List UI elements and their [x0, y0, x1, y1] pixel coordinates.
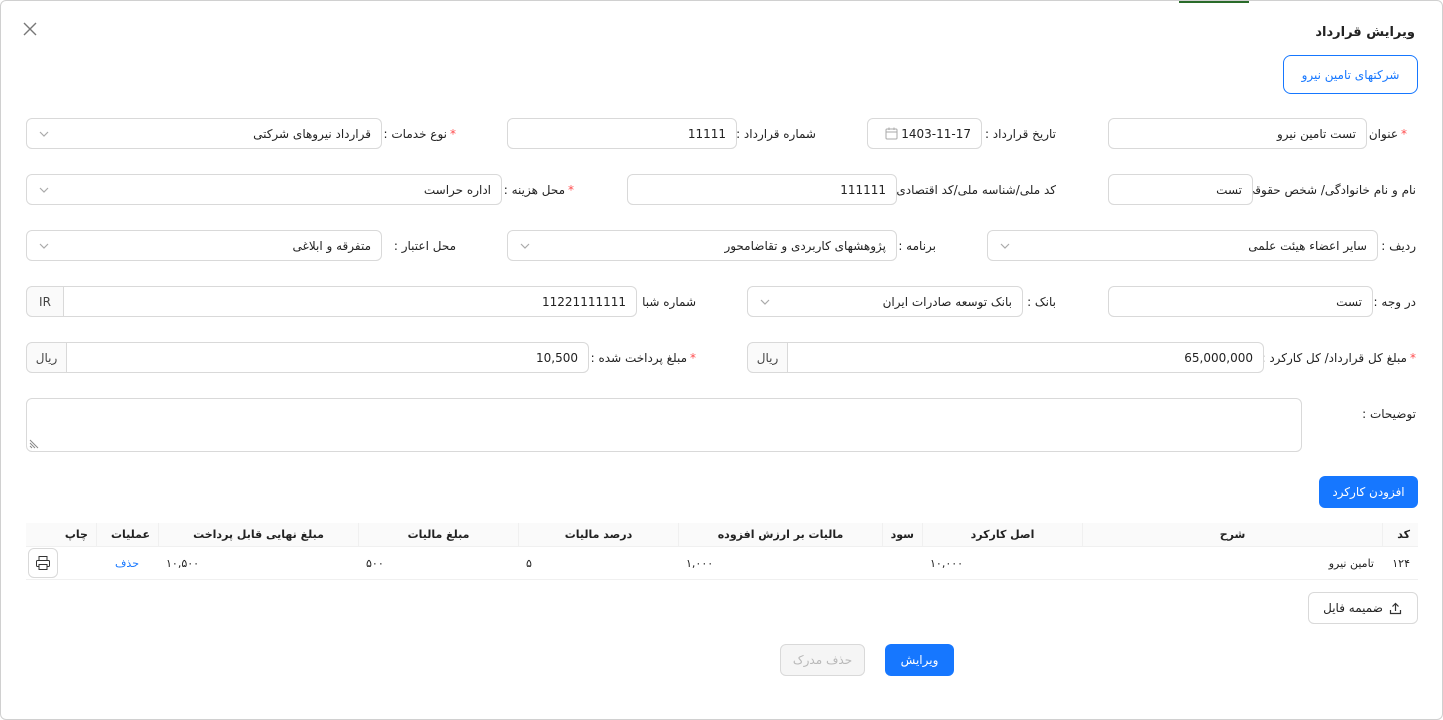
party-name-input[interactable]: تست — [1108, 174, 1253, 205]
paid-amount-unit: ریال — [26, 342, 67, 373]
sheba-input[interactable]: 11221111111 — [64, 286, 637, 317]
column-header-code: کد — [1382, 523, 1418, 546]
cell-print — [26, 547, 96, 579]
party-name-label: نام و نام خانوادگی/ شخص حقوقی : — [1237, 183, 1416, 197]
bank-label: بانک : — [1027, 295, 1056, 309]
subject-input[interactable]: تست تامین نیرو — [1108, 118, 1367, 149]
contract-date-picker[interactable]: 1403-11-17 — [867, 118, 982, 149]
column-header-print: چاپ — [64, 528, 88, 541]
table-row: ۱۲۴ تامین نیرو ۱۰,۰۰۰ ۱,۰۰۰ ۵ ۵۰۰ ۱۰,۵۰۰… — [26, 547, 1418, 580]
cell-base: ۱۰,۰۰۰ — [930, 556, 964, 570]
subject-label: *عنوان : — [1361, 127, 1407, 141]
service-type-select[interactable]: قرارداد نیروهای شرکتی — [26, 118, 382, 149]
credit-source-select[interactable]: متفرقه و ابلاغی — [26, 230, 382, 261]
program-label: برنامه : — [898, 239, 936, 253]
sheba-prefix: IR — [26, 286, 64, 317]
cell-vat: ۱,۰۰۰ — [686, 556, 714, 570]
add-work-button[interactable]: افزودن کارکرد — [1319, 476, 1418, 508]
delete-row-link[interactable]: حذف — [115, 557, 139, 570]
top-accent-strip — [1179, 1, 1249, 3]
upload-icon — [1389, 601, 1403, 615]
national-id-label: کد ملی/شناسه ملی/کد اقتصادی : — [888, 183, 1056, 197]
payee-label: در وجه : — [1373, 295, 1416, 309]
program-select[interactable]: پژوهشهای کاربردی و تقاضامحور — [507, 230, 897, 261]
sheba-field: IR 11221111111 — [26, 286, 637, 317]
companies-button[interactable]: شرکتهای تامین نیرو — [1283, 55, 1418, 94]
close-icon[interactable] — [19, 19, 41, 41]
chevron-down-icon — [37, 239, 51, 253]
chevron-down-icon — [518, 239, 532, 253]
column-header-tax-percent: درصد مالیات — [518, 523, 678, 546]
contract-number-label: شماره قرارداد : — [736, 127, 816, 141]
cell-tax-percent: ۵ — [526, 556, 532, 570]
payee-input[interactable]: تست — [1108, 286, 1373, 317]
work-table: کد شرح اصل کارکرد سود مالیات بر ارزش افز… — [26, 523, 1418, 580]
total-amount-input[interactable]: 65,000,000 — [788, 342, 1264, 373]
paid-amount-label: *مبلغ پرداخت شده : — [590, 351, 696, 365]
notes-label: توضیحات : — [1362, 407, 1416, 421]
column-header-profit: سود — [882, 523, 922, 546]
table-header: کد شرح اصل کارکرد سود مالیات بر ارزش افز… — [26, 523, 1418, 547]
column-header-final: مبلغ نهایی قابل پرداخت — [158, 523, 358, 546]
total-amount-unit: ریال — [747, 342, 788, 373]
edit-button[interactable]: ویرایش — [885, 644, 954, 676]
calendar-icon — [884, 127, 898, 141]
edit-contract-modal: ویرایش قرارداد شرکتهای تامین نیرو *عنوان… — [0, 0, 1443, 720]
row-label: ردیف : — [1381, 239, 1416, 253]
contract-number-input[interactable]: 11111 — [507, 118, 737, 149]
cost-center-label: *محل هزینه : — [503, 183, 574, 197]
chevron-down-icon — [758, 295, 772, 309]
column-header-ops: عملیات — [96, 523, 158, 546]
cell-desc: تامین نیرو — [1328, 556, 1374, 570]
contract-date-label: تاریخ قرارداد : — [984, 127, 1056, 141]
cost-center-select[interactable]: اداره حراست — [26, 174, 502, 205]
print-button[interactable] — [28, 548, 58, 578]
service-type-label: *نوع خدمات : — [383, 127, 456, 141]
resize-grip-icon[interactable] — [29, 437, 41, 449]
credit-source-label: محل اعتبار : — [393, 239, 456, 253]
paid-amount-input[interactable]: 10,500 — [67, 342, 589, 373]
total-amount-label: *مبلغ کل قرارداد/ کل کارکرد : — [1261, 351, 1416, 365]
cell-code: ۱۲۴ — [1392, 556, 1410, 570]
national-id-input[interactable]: 111111 — [627, 174, 897, 205]
column-header-base: اصل کارکرد — [922, 523, 1082, 546]
cell-ops: حذف — [96, 547, 158, 579]
chevron-down-icon — [37, 127, 51, 141]
modal-title: ویرایش قرارداد — [1315, 25, 1415, 40]
total-amount-field: ریال 65,000,000 — [747, 342, 1264, 373]
column-header-desc: شرح — [1082, 523, 1382, 546]
chevron-down-icon — [998, 239, 1012, 253]
notes-textarea[interactable] — [26, 398, 1302, 452]
bank-select[interactable]: بانک توسعه صادرات ایران — [747, 286, 1023, 317]
delete-document-button[interactable]: حذف مدرک — [780, 644, 865, 676]
row-select[interactable]: سایر اعضاء هیئت علمی — [987, 230, 1378, 261]
chevron-down-icon — [37, 183, 51, 197]
printer-icon — [36, 556, 50, 570]
attach-file-button[interactable]: ضمیمه فایل — [1308, 592, 1418, 624]
cell-tax-amount: ۵۰۰ — [366, 556, 384, 570]
attach-file-label: ضمیمه فایل — [1323, 601, 1383, 615]
paid-amount-field: ریال 10,500 — [26, 342, 589, 373]
cell-final: ۱۰,۵۰۰ — [166, 556, 200, 570]
sheba-label: شماره شبا : — [634, 295, 696, 309]
column-header-vat: مالیات بر ارزش افزوده — [678, 523, 882, 546]
cell-profit — [882, 547, 922, 579]
column-header-tax-amount: مبلغ مالیات — [358, 523, 518, 546]
